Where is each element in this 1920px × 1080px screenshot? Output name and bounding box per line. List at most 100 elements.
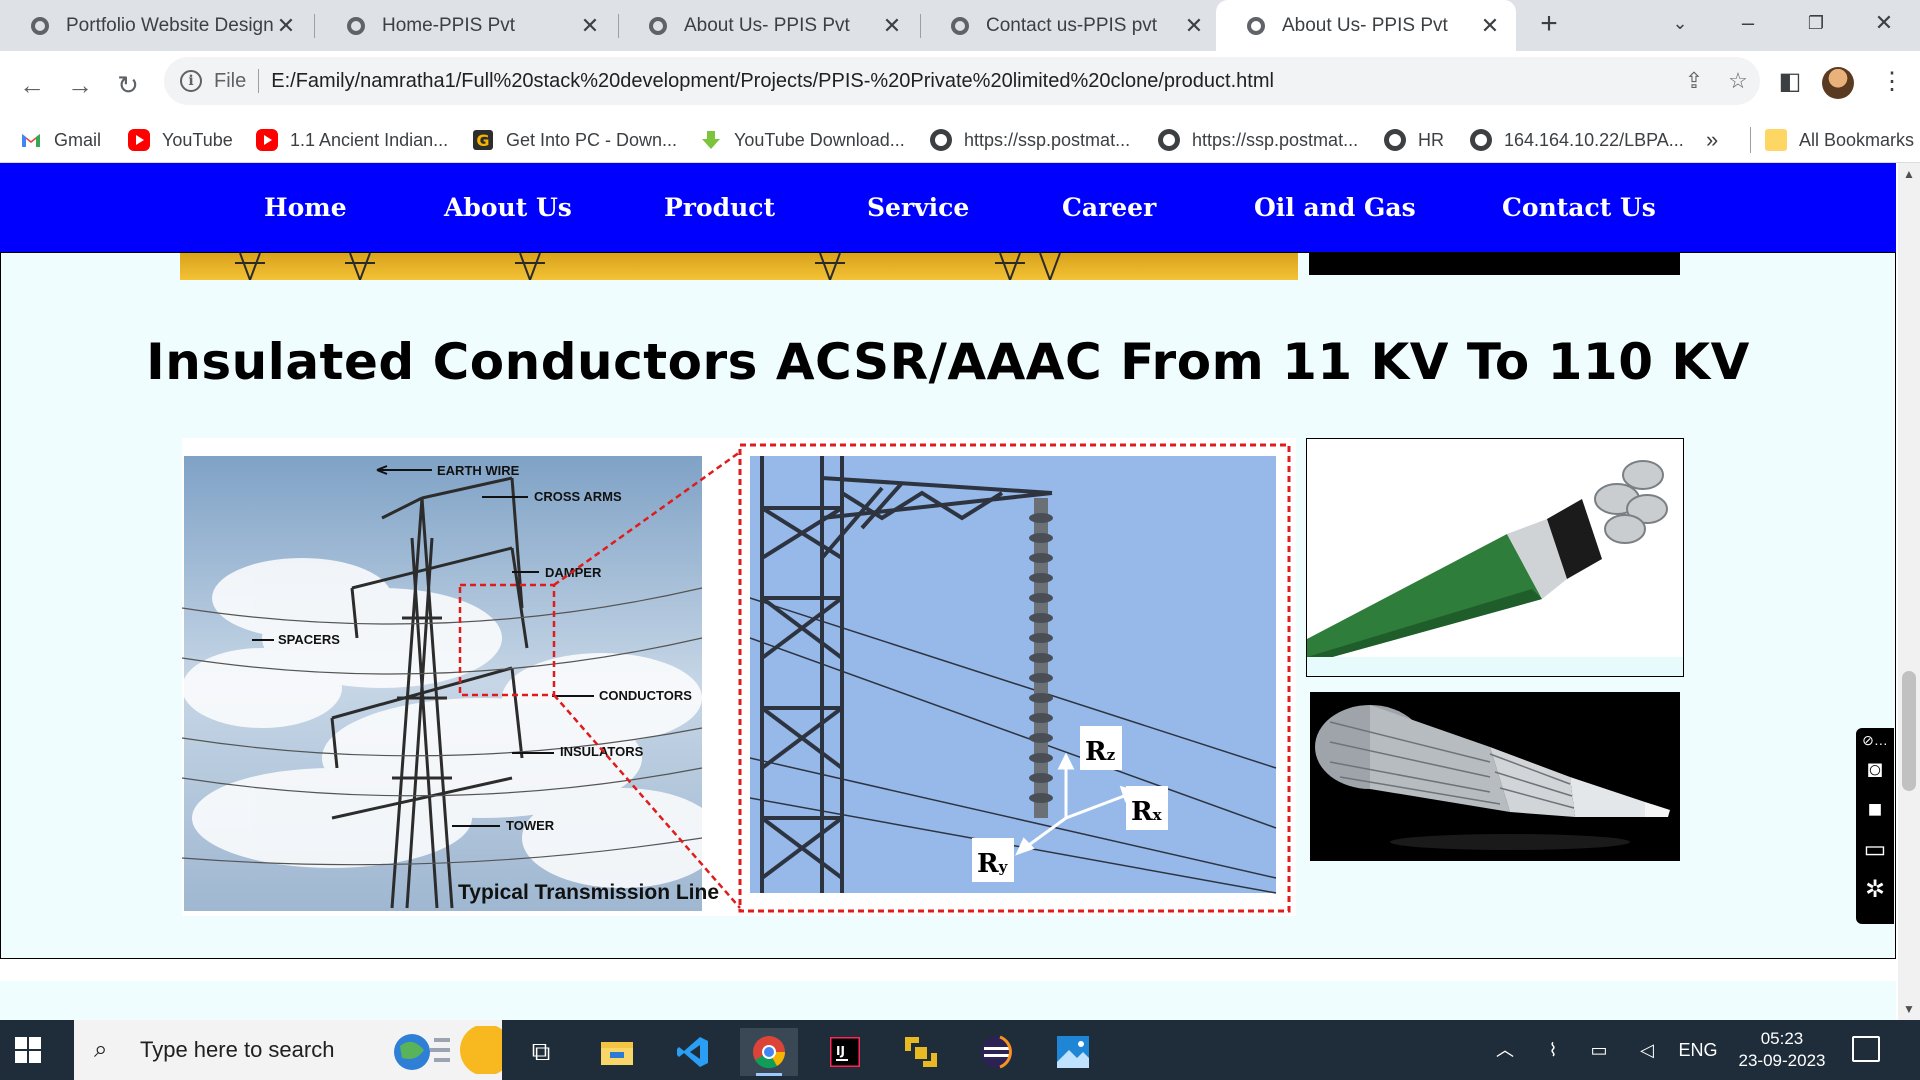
tab-title: Home-PPIS Pvt	[382, 14, 516, 36]
youtube-icon	[128, 129, 150, 151]
back-arrow-icon[interactable]: ←	[12, 65, 52, 105]
app-button[interactable]	[892, 1028, 950, 1076]
folder-icon	[1765, 129, 1787, 151]
bookmark-label: All Bookmarks	[1799, 129, 1915, 150]
taskbar-search-placeholder: Type here to search	[140, 1037, 335, 1062]
tab-search-chevron-icon[interactable]: ⌄	[1660, 6, 1700, 40]
label-rz-sub: z	[1107, 746, 1116, 764]
page-scrollbar[interactable]: ▲ ▼	[1898, 163, 1920, 1020]
bookmark-star-icon[interactable]: ☆	[1716, 68, 1760, 94]
battery-icon[interactable]: ▭	[1584, 1020, 1614, 1080]
bookmark-lbpa[interactable]: 164.164.10.22/LBPA...	[1470, 117, 1684, 163]
label-conductors: CONDUCTORS	[599, 688, 692, 703]
chrome-button[interactable]	[740, 1028, 798, 1076]
profile-avatar[interactable]	[1822, 67, 1854, 99]
globe-icon	[930, 129, 952, 151]
close-icon[interactable]: ✕	[578, 13, 602, 39]
label-rx-sub: x	[1153, 806, 1163, 824]
task-view-button[interactable]: ⧉	[512, 1028, 570, 1076]
bookmark-youtube-download[interactable]: YouTube Download...	[700, 117, 905, 163]
forward-arrow-icon[interactable]: →	[60, 65, 100, 105]
bookmark-youtube[interactable]: YouTube	[128, 117, 233, 163]
globe-icon	[31, 16, 49, 35]
eclipse-icon	[981, 1035, 1013, 1069]
tab-strip: Portfolio Website Design- ✕ Home-PPIS Pv…	[0, 0, 1920, 51]
file-explorer-button[interactable]	[588, 1028, 646, 1076]
settings-gear-icon[interactable]: ✲	[1856, 872, 1894, 908]
previous-product-image-dark	[1309, 253, 1680, 275]
language-indicator[interactable]: ENG	[1676, 1020, 1720, 1080]
bookmark-getintopc[interactable]: G Get Into PC - Down...	[472, 117, 677, 163]
search-highlight-art	[394, 1026, 502, 1074]
bookmark-hr[interactable]: HR	[1384, 117, 1444, 163]
photos-button[interactable]	[1044, 1028, 1102, 1076]
bookmark-label: 1.1 Ancient Indian...	[290, 129, 449, 150]
nav-product-link[interactable]: Product	[664, 163, 775, 253]
intellij-button[interactable]: IJ	[816, 1028, 874, 1076]
all-bookmarks[interactable]: All Bookmarks	[1750, 117, 1914, 163]
bookmark-ssp-2[interactable]: https://ssp.postmat...	[1158, 117, 1358, 163]
globe-icon	[1384, 129, 1406, 151]
nav-service-link[interactable]: Service	[867, 163, 969, 253]
camera-icon[interactable]: ◙	[1856, 752, 1894, 788]
tab-contact[interactable]: Contact us-PPIS pvt ✕	[920, 0, 1220, 51]
wifi-icon[interactable]: ⌇	[1538, 1020, 1568, 1080]
tab-separator	[314, 14, 315, 38]
bookmark-label: HR	[1418, 129, 1444, 150]
side-panel-icon[interactable]: ◧	[1770, 62, 1810, 102]
bookmark-ssp-1[interactable]: https://ssp.postmat...	[930, 117, 1130, 163]
intellij-icon: IJ	[830, 1037, 860, 1067]
video-camera-icon[interactable]: ■	[1856, 792, 1894, 828]
nav-career-link[interactable]: Career	[1062, 163, 1156, 253]
capture-menu-icon[interactable]: ⊘…	[1856, 730, 1894, 750]
close-icon[interactable]: ✕	[1182, 13, 1206, 39]
globe-icon	[1247, 16, 1265, 35]
tab-about[interactable]: About Us- PPIS Pvt ✕	[618, 0, 918, 51]
tab-title: Contact us-PPIS pvt	[986, 14, 1158, 36]
volume-icon[interactable]: ◁	[1632, 1020, 1662, 1080]
active-indicator	[756, 1073, 782, 1076]
close-window-icon[interactable]: ✕	[1864, 6, 1904, 40]
tab-portfolio[interactable]: Portfolio Website Design- ✕	[0, 0, 312, 51]
bookmark-label: YouTube Download...	[734, 129, 905, 150]
new-tab-button[interactable]: +	[1532, 8, 1566, 42]
task-view-icon: ⧉	[531, 1036, 551, 1066]
tab-about-active[interactable]: About Us- PPIS Pvt ✕	[1216, 0, 1516, 51]
nav-oil-gas-link[interactable]: Oil and Gas	[1254, 163, 1416, 253]
vscode-icon	[677, 1037, 708, 1067]
close-icon[interactable]: ✕	[1478, 13, 1502, 39]
nav-about-link[interactable]: About Us	[444, 163, 572, 253]
site-nav-bar: Home About Us Product Service Career Oil…	[0, 163, 1896, 253]
bookmark-gmail[interactable]: Gmail	[20, 117, 101, 163]
reload-icon[interactable]: ↻	[108, 65, 148, 105]
tray-overflow-chevron-icon[interactable]: ︿	[1490, 1020, 1520, 1080]
tab-home[interactable]: Home-PPIS Pvt ✕	[316, 0, 616, 51]
download-arrow-icon	[702, 131, 720, 149]
window-capture-icon[interactable]: ▭	[1856, 832, 1894, 868]
taskbar-clock[interactable]: 05:23 23-09-2023	[1722, 1028, 1842, 1072]
screen-capture-toolbar: ⊘… ◙ ■ ▭ ✲	[1856, 728, 1894, 924]
url-text[interactable]: E:/Family/namratha1/Full%20stack%20devel…	[271, 70, 1672, 93]
windows-start-icon[interactable]	[14, 1036, 42, 1064]
bookmarks-overflow-button[interactable]: »	[1706, 117, 1718, 163]
eclipse-button[interactable]	[968, 1028, 1026, 1076]
close-icon[interactable]: ✕	[880, 13, 904, 39]
scroll-up-arrow-icon[interactable]: ▲	[1898, 167, 1920, 185]
scroll-thumb[interactable]	[1902, 671, 1916, 791]
share-icon[interactable]: ⇪	[1672, 68, 1716, 94]
close-icon[interactable]: ✕	[274, 13, 298, 39]
bookmarks-bar: Gmail YouTube 1.1 Ancient Indian... G Ge…	[0, 117, 1920, 163]
info-icon[interactable]: i	[180, 70, 202, 92]
notifications-icon[interactable]	[1852, 1036, 1880, 1062]
bookmark-label: YouTube	[162, 129, 233, 150]
bookmark-ancient-indian[interactable]: 1.1 Ancient Indian...	[256, 117, 448, 163]
menu-kebab-icon[interactable]: ⋮	[1872, 62, 1912, 102]
minimize-icon[interactable]: –	[1728, 6, 1768, 40]
restore-icon[interactable]: ❐	[1796, 6, 1836, 40]
vscode-button[interactable]	[664, 1028, 722, 1076]
nav-home-link[interactable]: Home	[264, 163, 347, 253]
address-bar[interactable]: i File E:/Family/namratha1/Full%20stack%…	[164, 57, 1760, 105]
nav-contact-link[interactable]: Contact Us	[1502, 163, 1656, 253]
bookmark-label: https://ssp.postmat...	[1192, 129, 1359, 150]
scroll-down-arrow-icon[interactable]: ▼	[1898, 1002, 1920, 1020]
